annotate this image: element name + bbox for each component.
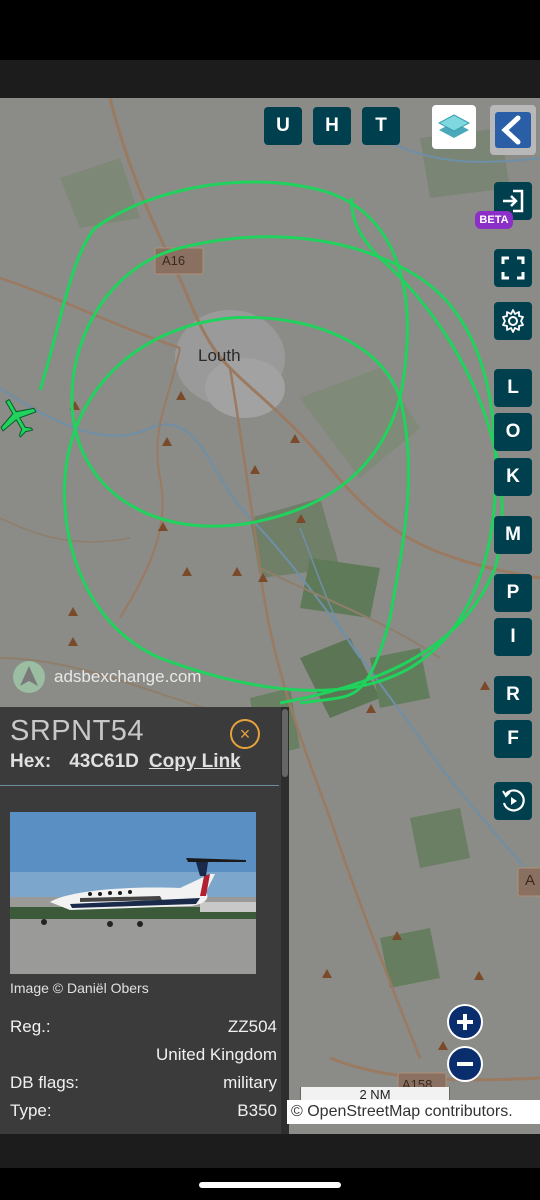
type-label: Type: — [10, 1101, 52, 1120]
reg-label: Reg.: — [10, 1017, 51, 1036]
zoom-out-icon — [457, 1062, 473, 1066]
watermark: adsbexchange.com — [12, 660, 201, 694]
dbflags-value: military — [223, 1073, 277, 1092]
r-button[interactable]: R — [494, 676, 532, 714]
image-caption: Image © Daniël Obers — [10, 980, 149, 996]
layers-icon — [437, 114, 471, 138]
back-button[interactable] — [490, 105, 536, 155]
aircraft-info-panel: SRPNT54 × Hex: 43C61D Copy Link Image © Da… — [0, 707, 281, 1134]
back-chevron-icon — [495, 112, 531, 148]
fullscreen-button[interactable] — [494, 249, 532, 287]
m-button[interactable]: M — [494, 516, 532, 554]
zoom-out-button[interactable] — [447, 1046, 483, 1082]
hex-label: Hex: — [10, 751, 52, 772]
zoom-in-icon — [457, 1014, 473, 1030]
t-button[interactable]: T — [362, 107, 400, 145]
o-button[interactable]: O — [494, 413, 532, 451]
aircraft-photo[interactable] — [10, 812, 256, 974]
panel-scroll-thumb[interactable] — [282, 709, 288, 777]
replay-button[interactable] — [494, 782, 532, 820]
home-indicator[interactable] — [199, 1182, 341, 1188]
callsign: SRPNT54 — [10, 715, 145, 747]
l-button[interactable]: L — [494, 369, 532, 407]
map-attribution[interactable]: © OpenStreetMap contributors. — [287, 1100, 540, 1124]
road-label-a16: A16 — [162, 253, 186, 268]
k-button[interactable]: K — [494, 458, 532, 496]
map-label-town: Louth — [198, 346, 241, 365]
reg-value: ZZ504 — [227, 1017, 277, 1036]
zoom-in-button[interactable] — [447, 1004, 483, 1040]
layers-button[interactable] — [432, 105, 476, 149]
u-button[interactable]: U — [264, 107, 302, 145]
app-top-strip — [0, 60, 540, 98]
close-button[interactable]: × — [230, 719, 260, 749]
hex-row: Hex: 43C61D Copy Link — [10, 751, 241, 773]
app-bottom-strip — [0, 1134, 540, 1168]
watermark-text: adsbexchange.com — [54, 667, 202, 686]
i-button[interactable]: I — [494, 618, 532, 656]
road-label-a: A — [525, 872, 536, 889]
type-value: B350 — [237, 1101, 277, 1120]
panel-scrollbar[interactable] — [281, 707, 289, 1134]
dbflags-label: DB flags: — [10, 1073, 79, 1092]
beta-badge: BETA — [475, 211, 513, 229]
gear-icon — [502, 309, 524, 333]
country-value: United Kingdom — [156, 1045, 277, 1064]
h-button[interactable]: H — [313, 107, 351, 145]
panel-divider — [0, 785, 279, 786]
aircraft-icon[interactable] — [0, 394, 40, 440]
status-bar — [0, 0, 540, 60]
p-button[interactable]: P — [494, 574, 532, 612]
fullscreen-icon — [501, 256, 525, 280]
f-button[interactable]: F — [494, 720, 532, 758]
replay-icon — [502, 789, 525, 812]
adsbexchange-logo-icon — [13, 661, 45, 693]
hex-value: 43C61D — [69, 751, 139, 772]
settings-button[interactable] — [494, 302, 532, 340]
copy-link[interactable]: Copy Link — [149, 751, 241, 772]
